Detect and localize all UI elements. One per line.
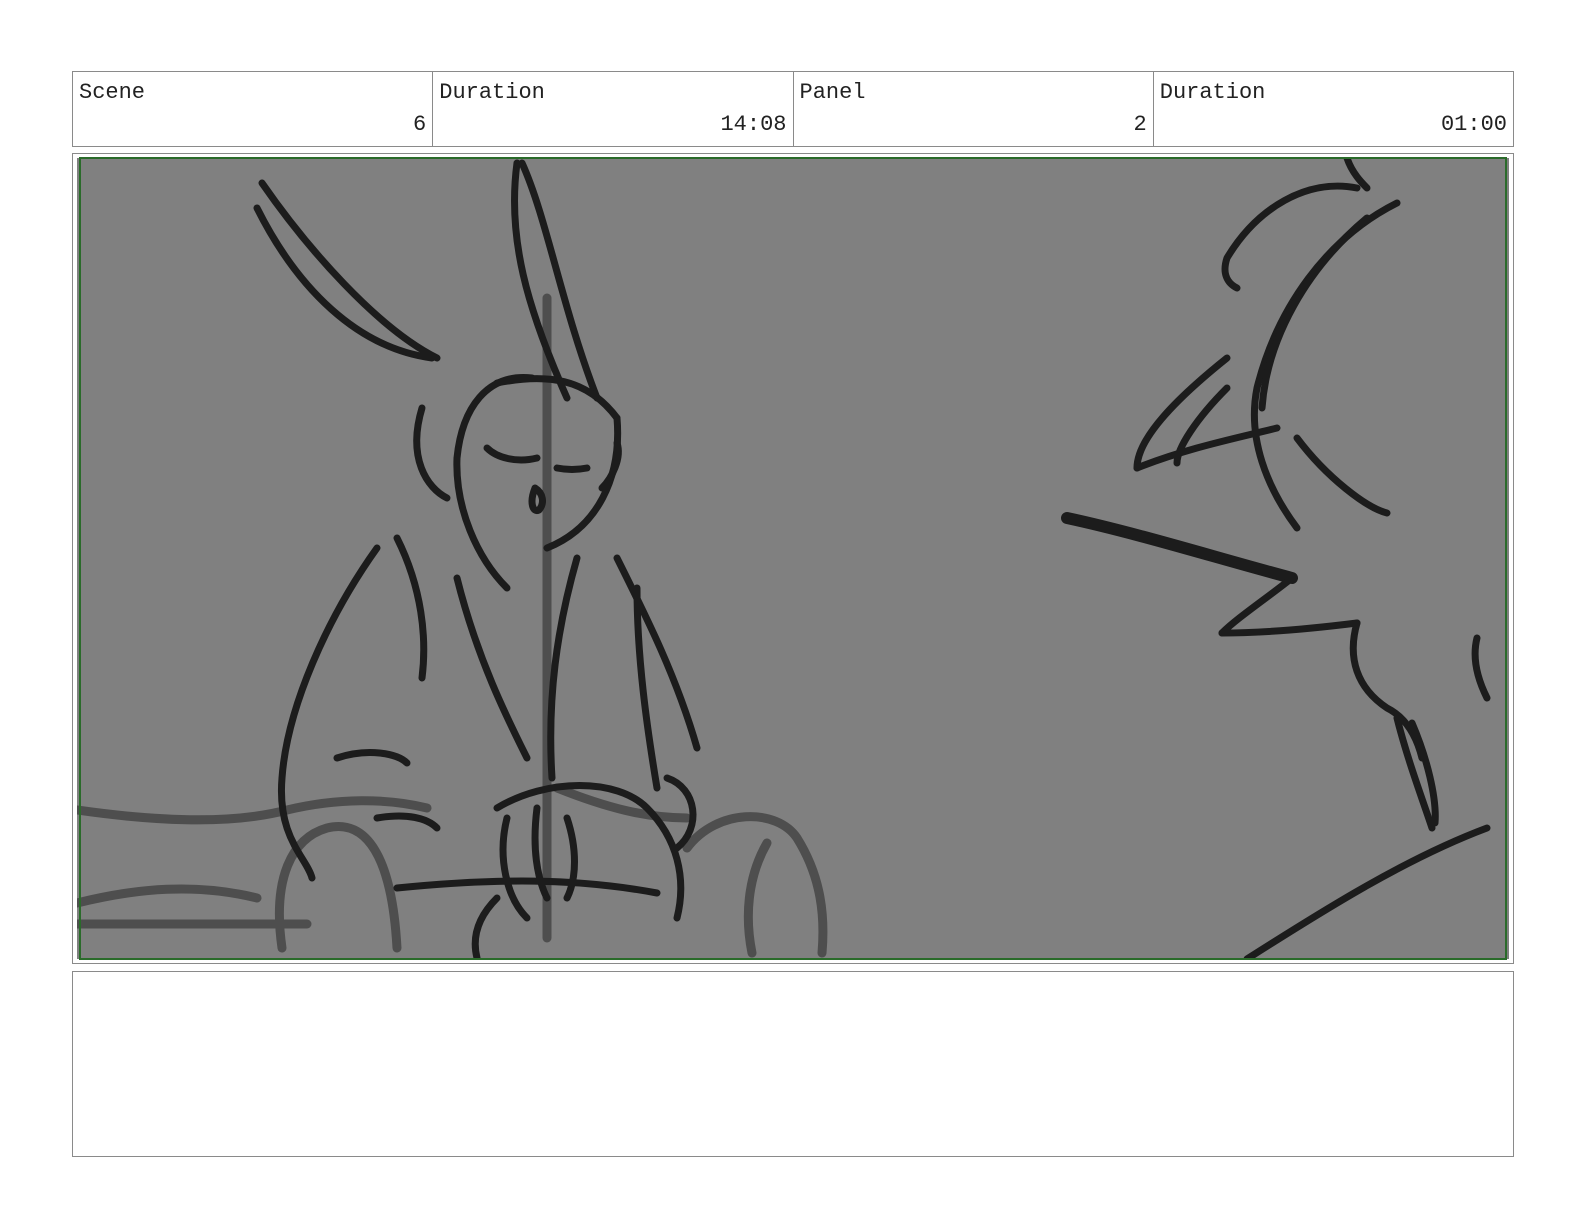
foreground-brow — [1061, 512, 1298, 584]
scene-duration-label: Duration — [439, 80, 545, 105]
panel-frame — [72, 153, 1514, 964]
scene-duration-value: 14:08 — [720, 112, 787, 137]
scene-duration-cell: Duration 14:08 — [433, 72, 794, 146]
panel-duration-cell: Duration 01:00 — [1154, 72, 1513, 146]
sketch-drawing — [77, 158, 1491, 959]
panel-cell: Panel 2 — [794, 72, 1154, 146]
character-sketch — [253, 159, 701, 959]
panel-duration-value: 01:00 — [1440, 112, 1507, 137]
foreground-jaw — [1218, 574, 1491, 959]
notes-box[interactable] — [72, 971, 1514, 1157]
panel-duration-label: Duration — [1159, 80, 1266, 105]
foreground-figure — [1133, 158, 1401, 532]
scene-value: 6 — [413, 112, 427, 137]
scene-label: Scene — [79, 80, 146, 105]
panel-sketch — [77, 158, 1509, 959]
scene-cell: Scene 6 — [73, 72, 434, 146]
panel-header: Scene 6 Duration 14:08 Panel 2 Duration … — [72, 71, 1514, 147]
background-furniture — [77, 293, 828, 958]
panel-value: 2 — [1133, 112, 1147, 137]
panel-label: Panel — [799, 80, 866, 105]
